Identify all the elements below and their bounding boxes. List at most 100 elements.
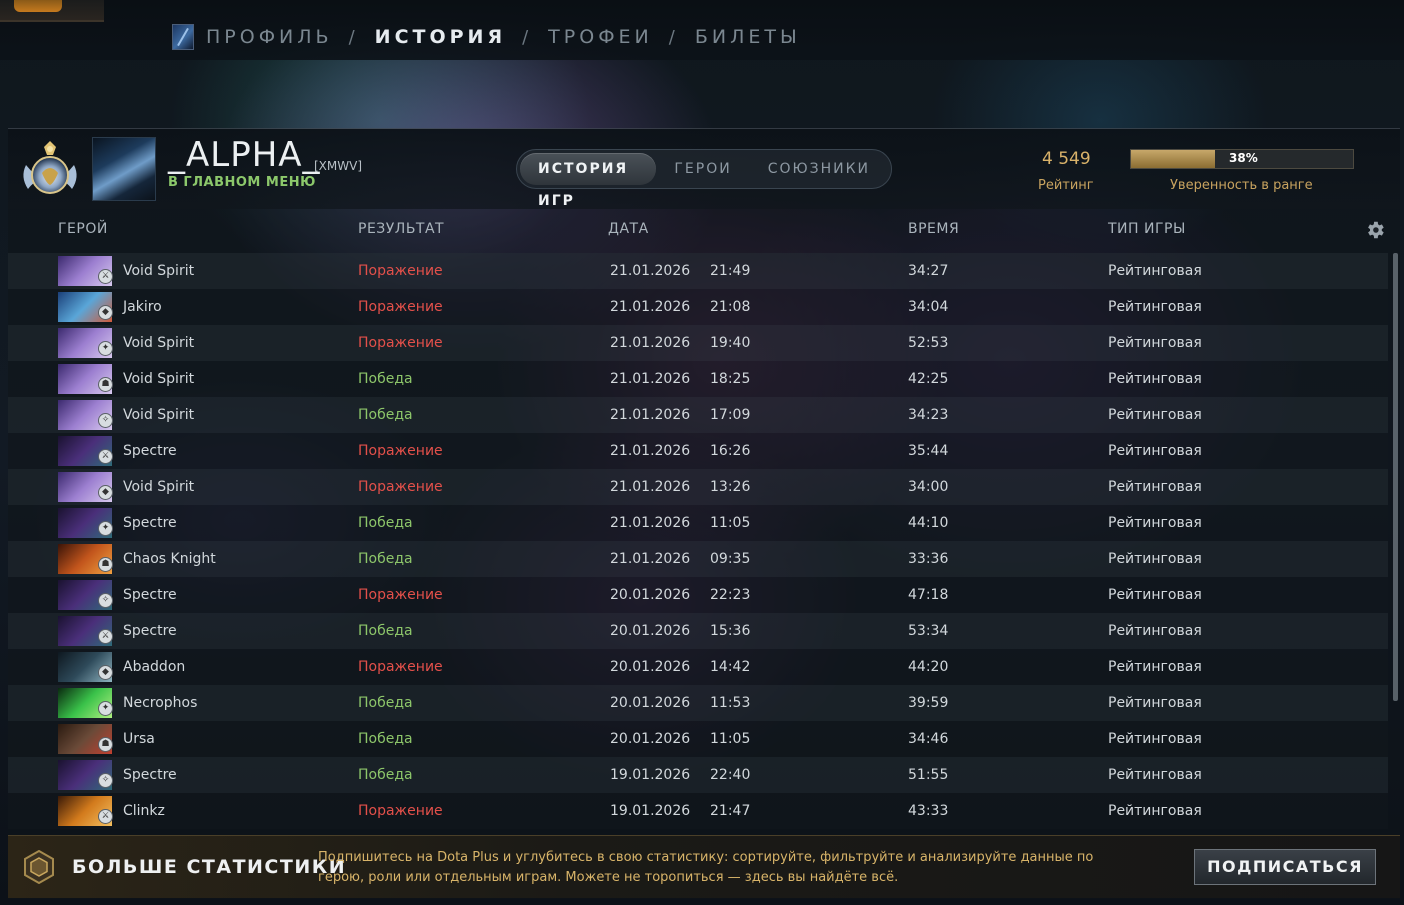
match-row[interactable]: ⚔ Spectre Поражение 21.01.2026 16:26 35:44 Рей… — [8, 433, 1388, 469]
match-row[interactable]: ✦ Necrophos Победа 20.01.2026 11:53 39:59 Рейт… — [8, 685, 1388, 721]
subscribe-button[interactable]: ПОДПИСАТЬСЯ — [1194, 849, 1376, 885]
match-game-type: Рейтинговая — [1108, 803, 1202, 819]
profile-logo-icon — [172, 24, 194, 50]
match-start-time: 11:53 — [710, 695, 751, 711]
match-row[interactable]: ✧ Void Spirit Победа 21.01.2026 17:09 34:23 Ре… — [8, 397, 1388, 433]
match-start-time: 13:26 — [710, 479, 751, 495]
column-header-duration[interactable]: ВРЕМЯ — [908, 221, 959, 237]
match-date: 21.01.2026 — [610, 263, 691, 279]
nav-separator: / — [348, 26, 355, 48]
match-row[interactable]: ☗ Ursa Победа 20.01.2026 11:05 34:46 Рейтингов… — [8, 721, 1388, 757]
dota-plus-icon — [24, 850, 54, 884]
player-status: В ГЛАВНОМ МЕНЮ — [168, 175, 316, 190]
hero-facet-icon: ☗ — [98, 737, 113, 752]
match-row[interactable]: ⚔ Spectre Победа 20.01.2026 15:36 53:34 Рейтин… — [8, 613, 1388, 649]
tab-match-history[interactable]: ИСТОРИЯ ИГР — [520, 153, 657, 209]
match-game-type: Рейтинговая — [1108, 695, 1202, 711]
banner-title: БОЛЬШЕ СТАТИСТИКИ — [72, 856, 347, 878]
match-row[interactable]: ✧ Spectre Поражение 20.01.2026 22:23 47:18 Рей… — [8, 577, 1388, 613]
hero-facet-icon: ✦ — [98, 521, 113, 536]
player-header: _ALPHA_ [XMWV] В ГЛАВНОМ МЕНЮ ИСТОРИЯ ИГ… — [8, 129, 1400, 209]
rank-confidence-fill — [1131, 150, 1216, 168]
match-result: Поражение — [358, 299, 443, 315]
match-game-type: Рейтинговая — [1108, 659, 1202, 675]
match-game-type: Рейтинговая — [1108, 767, 1202, 783]
column-header-game-type[interactable]: ТИП ИГРЫ — [1108, 221, 1186, 237]
match-result: Победа — [358, 731, 413, 747]
match-date: 20.01.2026 — [610, 731, 691, 747]
match-start-time: 11:05 — [710, 515, 751, 531]
tab-heroes[interactable]: ГЕРОИ — [656, 153, 749, 185]
match-start-time: 18:25 — [710, 371, 751, 387]
match-duration: 33:36 — [908, 551, 949, 567]
rank-confidence-bar: 38% — [1130, 149, 1354, 169]
rank-confidence-label: Уверенность в ранге — [1170, 178, 1313, 193]
match-row[interactable]: ⚔ Clinkz Поражение 19.01.2026 21:47 43:33 Рейт… — [8, 793, 1388, 829]
player-avatar[interactable] — [92, 137, 156, 201]
match-duration: 47:18 — [908, 587, 949, 603]
match-duration: 42:25 — [908, 371, 949, 387]
match-start-time: 11:05 — [710, 731, 751, 747]
hero-facet-icon: ⚔ — [98, 449, 113, 464]
match-result: Поражение — [358, 587, 443, 603]
match-date: 21.01.2026 — [610, 515, 691, 531]
dota-plus-corner-icon[interactable] — [0, 0, 104, 22]
match-duration: 34:46 — [908, 731, 949, 747]
match-date: 21.01.2026 — [610, 299, 691, 315]
hero-name: Abaddon — [123, 659, 186, 675]
match-list-scrollbar[interactable] — [1393, 253, 1398, 701]
rating-label: Рейтинг — [1038, 178, 1094, 193]
match-row[interactable]: ◆ Abaddon Поражение 20.01.2026 14:42 44:20 Рей… — [8, 649, 1388, 685]
rank-confidence-percent: 38% — [1229, 151, 1258, 165]
match-game-type: Рейтинговая — [1108, 371, 1202, 387]
column-header-date[interactable]: ДАТА — [608, 221, 649, 237]
hero-facet-icon: ◆ — [98, 305, 113, 320]
nav-tab-trophies[interactable]: ТРОФЕИ — [548, 26, 653, 48]
match-row[interactable]: ✦ Void Spirit Поражение 21.01.2026 19:40 52:5… — [8, 325, 1388, 361]
match-row[interactable]: ✦ Spectre Победа 21.01.2026 11:05 44:10 Рейтин… — [8, 505, 1388, 541]
match-result: Победа — [358, 695, 413, 711]
match-date: 21.01.2026 — [610, 371, 691, 387]
hero-name: Jakiro — [123, 299, 162, 315]
hero-name: Ursa — [123, 731, 155, 747]
match-date: 20.01.2026 — [610, 695, 691, 711]
hero-facet-icon: ◆ — [98, 485, 113, 500]
match-result: Победа — [358, 407, 413, 423]
nav-tab-tickets[interactable]: БИЛЕТЫ — [695, 26, 801, 48]
match-game-type: Рейтинговая — [1108, 515, 1202, 531]
hero-name: Void Spirit — [123, 479, 195, 495]
hero-facet-icon: ✦ — [98, 701, 113, 716]
nav-tab-profile[interactable]: ПРОФИЛЬ — [206, 26, 333, 48]
match-duration: 39:59 — [908, 695, 949, 711]
hero-name: Clinkz — [123, 803, 165, 819]
match-duration: 35:44 — [908, 443, 949, 459]
match-date: 21.01.2026 — [610, 407, 691, 423]
match-start-time: 19:40 — [710, 335, 751, 351]
match-date: 20.01.2026 — [610, 623, 691, 639]
match-start-time: 21:49 — [710, 263, 751, 279]
match-game-type: Рейтинговая — [1108, 407, 1202, 423]
match-result: Победа — [358, 515, 413, 531]
match-duration: 34:00 — [908, 479, 949, 495]
match-row[interactable]: ☗ Void Spirit Победа 21.01.2026 18:25 42:25 Ре… — [8, 361, 1388, 397]
match-game-type: Рейтинговая — [1108, 443, 1202, 459]
column-header-hero[interactable]: ГЕРОЙ — [58, 221, 108, 237]
tab-allies[interactable]: СОЮЗНИКИ — [750, 153, 888, 185]
top-navigation-bar: ПРОФИЛЬ / ИСТОРИЯ / ТРОФЕИ / БИЛЕТЫ — [0, 0, 1404, 60]
hero-name: Spectre — [123, 443, 177, 459]
hero-facet-icon: ✧ — [98, 773, 113, 788]
player-name[interactable]: _ALPHA_ — [168, 135, 321, 175]
nav-tab-history[interactable]: ИСТОРИЯ — [375, 26, 506, 48]
match-duration: 51:55 — [908, 767, 949, 783]
match-start-time: 22:23 — [710, 587, 751, 603]
match-date: 21.01.2026 — [610, 335, 691, 351]
match-row[interactable]: ◆ Void Spirit Поражение 21.01.2026 13:26 34:0… — [8, 469, 1388, 505]
column-header-result[interactable]: РЕЗУЛЬТАТ — [358, 221, 444, 237]
match-row[interactable]: ✧ Spectre Победа 19.01.2026 22:40 51:55 Рейтин… — [8, 757, 1388, 793]
match-start-time: 21:47 — [710, 803, 751, 819]
match-row[interactable]: ⚔ Void Spirit Поражение 21.01.2026 21:49 34:2… — [8, 253, 1388, 289]
match-row[interactable]: ◆ Jakiro Поражение 21.01.2026 21:08 34:04 Рейт… — [8, 289, 1388, 325]
gear-icon[interactable] — [1364, 219, 1386, 241]
match-row[interactable]: ☗ Chaos Knight Победа 21.01.2026 09:35 33:36 Р… — [8, 541, 1388, 577]
hero-facet-icon: ◆ — [98, 665, 113, 680]
